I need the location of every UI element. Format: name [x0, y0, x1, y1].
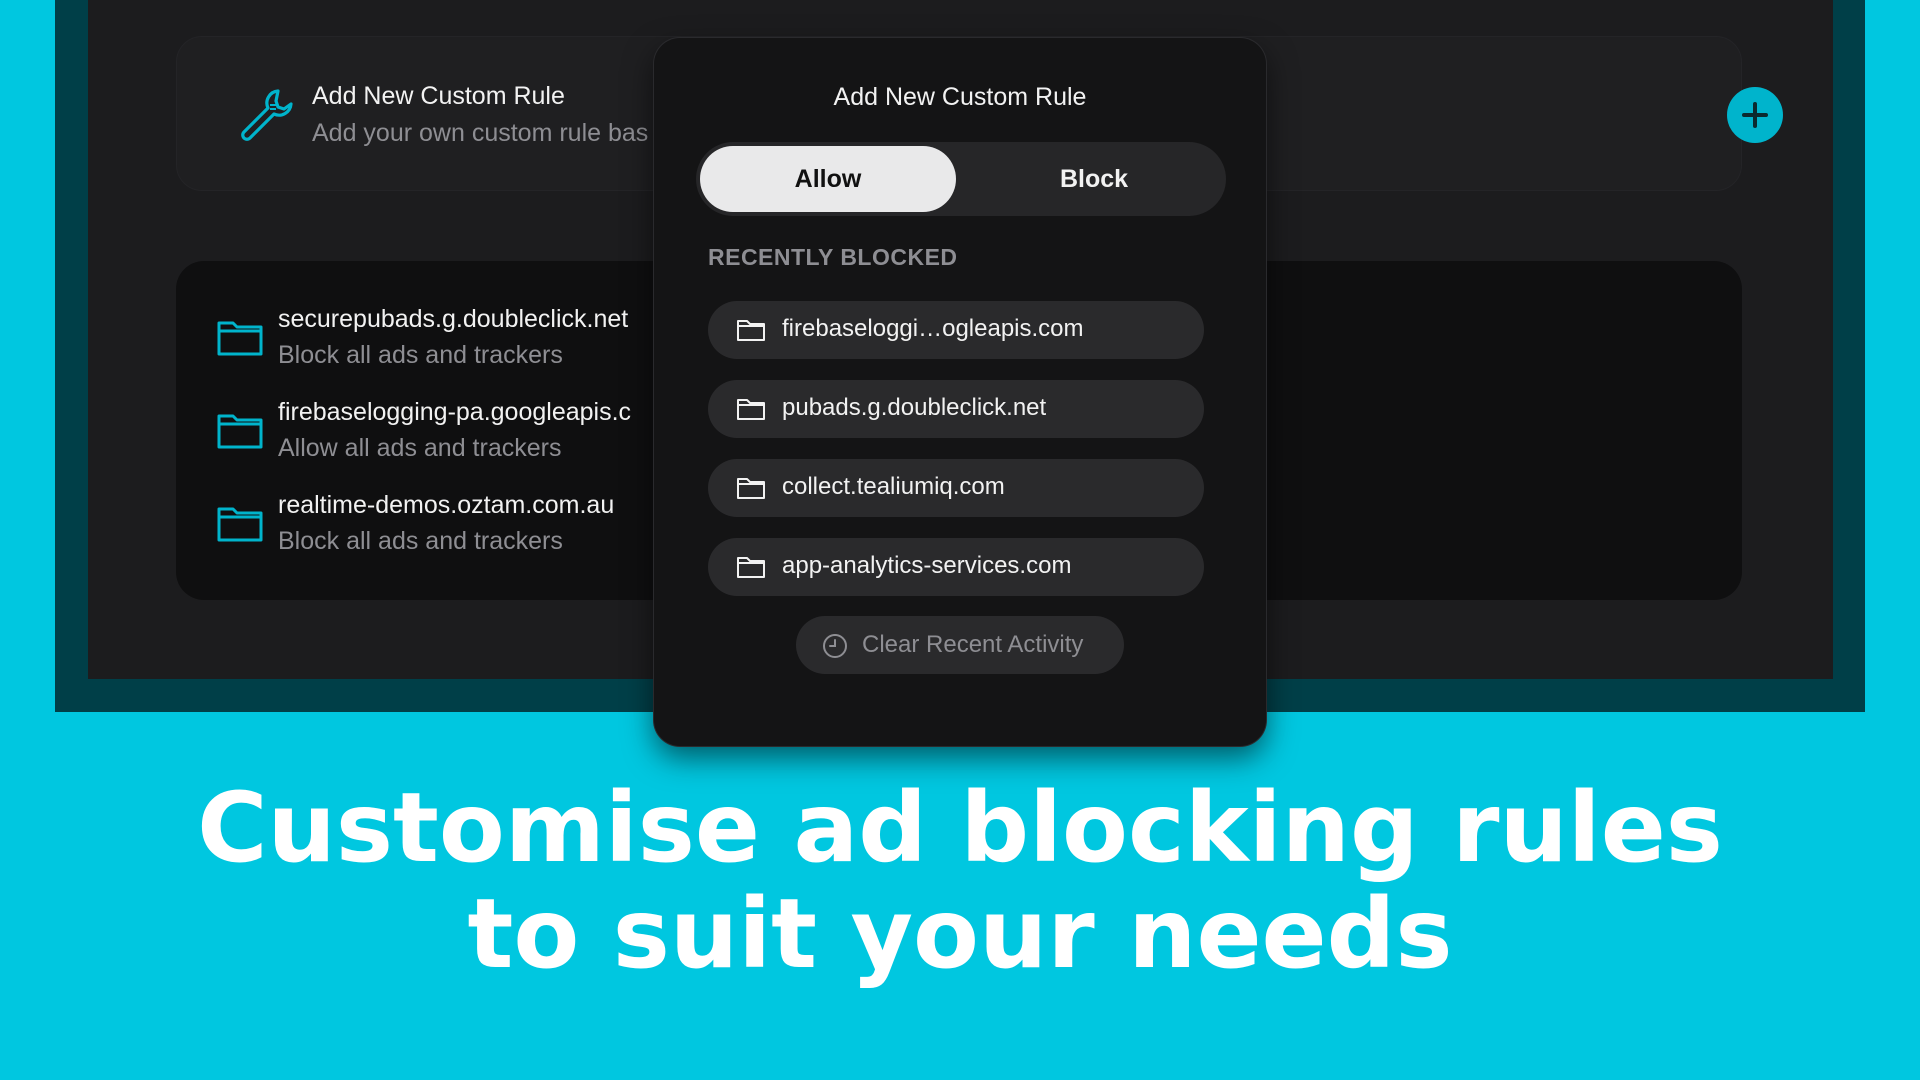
- recent-domain: firebaseloggi…ogleapis.com: [782, 315, 1084, 342]
- allow-block-segmented-control: Allow Block: [696, 142, 1226, 216]
- folder-icon: [737, 478, 765, 499]
- rule-description: Allow all ads and trackers: [278, 434, 562, 462]
- recent-domain: app-analytics-services.com: [782, 552, 1072, 579]
- folder-icon: [217, 321, 263, 356]
- recently-blocked-heading: RECENTLY BLOCKED: [708, 244, 958, 270]
- segment-block[interactable]: Block: [966, 146, 1222, 212]
- stage: Add New Custom Rule Add your own custom …: [0, 0, 1920, 1080]
- folder-icon: [737, 557, 765, 578]
- recent-item[interactable]: collect.tealiumiq.com: [708, 459, 1204, 517]
- marketing-headline: Customise ad blocking rules to suit your…: [0, 775, 1920, 987]
- folder-icon: [217, 414, 263, 449]
- recent-item[interactable]: pubads.g.doubleclick.net: [708, 380, 1204, 438]
- rule-card-subtitle: Add your own custom rule bas: [312, 119, 649, 147]
- clock-icon: [823, 634, 847, 658]
- modal-title: Add New Custom Rule: [833, 83, 1087, 111]
- wrench-icon: [241, 89, 293, 141]
- add-rule-button[interactable]: [1727, 87, 1783, 143]
- recent-domain: collect.tealiumiq.com: [782, 473, 1005, 500]
- rule-domain: realtime-demos.oztam.com.au: [278, 491, 615, 519]
- folder-icon: [217, 507, 263, 542]
- rule-domain: securepubads.g.doubleclick.net: [278, 305, 629, 333]
- rule-domain: firebaselogging-pa.googleapis.c: [278, 398, 632, 426]
- rule-description: Block all ads and trackers: [278, 527, 563, 555]
- clear-recent-activity-button[interactable]: Clear Recent Activity: [796, 616, 1124, 674]
- clear-recent-label: Clear Recent Activity: [862, 631, 1084, 658]
- add-custom-rule-modal: Add New Custom Rule Allow Block RECENTLY…: [654, 38, 1266, 746]
- recent-domain: pubads.g.doubleclick.net: [782, 394, 1047, 421]
- folder-icon: [737, 399, 765, 420]
- headline-line-1: Customise ad blocking rules: [197, 772, 1723, 884]
- recent-item[interactable]: app-analytics-services.com: [708, 538, 1204, 596]
- rule-card-title: Add New Custom Rule: [312, 82, 565, 110]
- plus-icon: [1742, 102, 1768, 128]
- folder-icon: [737, 320, 765, 341]
- recent-item[interactable]: firebaseloggi…ogleapis.com: [708, 301, 1204, 359]
- rule-description: Block all ads and trackers: [278, 341, 563, 369]
- headline-line-2: to suit your needs: [467, 878, 1453, 990]
- segment-allow[interactable]: Allow: [700, 146, 956, 212]
